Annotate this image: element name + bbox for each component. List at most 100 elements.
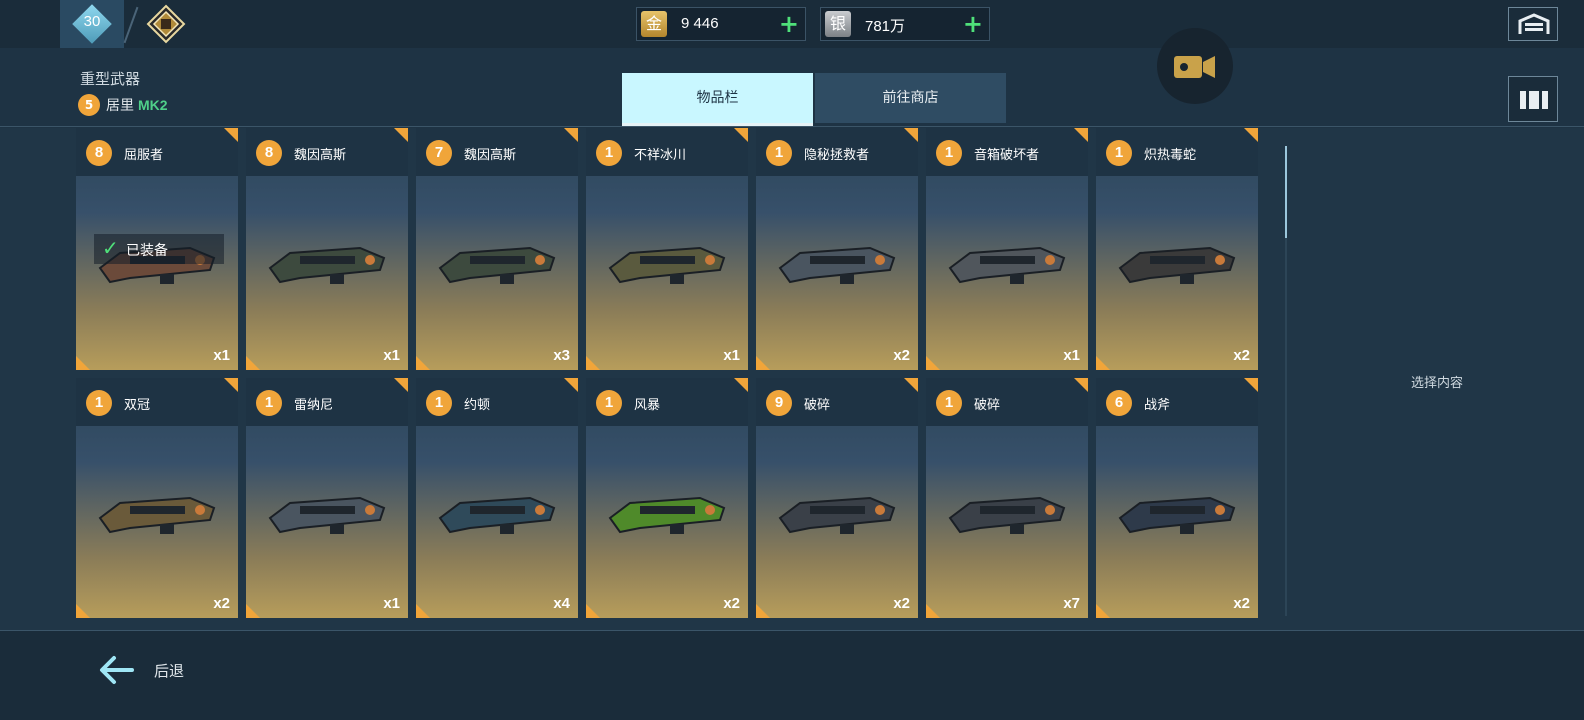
item-name: 魏因高斯: [464, 148, 517, 163]
silver-currency: 银 781万 +: [820, 7, 990, 41]
corner-decoration: [224, 378, 238, 392]
item-count: x2: [1233, 347, 1250, 364]
item-name: 魏因高斯: [294, 148, 347, 163]
item-count: x2: [893, 347, 910, 364]
corner-decoration: [756, 604, 770, 618]
robot-level-badge: 5: [78, 94, 100, 116]
scrollbar-thumb[interactable]: [1285, 146, 1287, 238]
corner-decoration: [756, 356, 770, 370]
corner-decoration: [564, 378, 578, 392]
inventory-item-card[interactable]: 1 雷纳尼 x1: [246, 378, 408, 618]
corner-decoration: [1096, 604, 1110, 618]
garage-button[interactable]: [1508, 7, 1558, 41]
corner-decoration: [1074, 378, 1088, 392]
corner-decoration: [246, 604, 260, 618]
inventory-item-card[interactable]: 1 音箱破坏者 x1: [926, 128, 1088, 370]
current-robot-info: 5 居里 MK2: [78, 94, 168, 118]
inventory-item-card[interactable]: 7 魏因高斯 x3: [416, 128, 578, 370]
gold-currency: 金 9 446 +: [636, 7, 806, 41]
item-name: 不祥冰川: [634, 148, 687, 163]
tab-inventory[interactable]: 物品栏: [622, 73, 813, 123]
weapon-image-icon: [1118, 496, 1236, 534]
inventory-item-card[interactable]: 1 隐秘拯救者 x2: [756, 128, 918, 370]
inventory-item-card[interactable]: 1 约顿 x4: [416, 378, 578, 618]
robot-mk: MK2: [138, 97, 168, 113]
item-name: 风暴: [634, 398, 661, 413]
item-count: x3: [553, 347, 570, 364]
item-name: 音箱破坏者: [974, 148, 1040, 163]
back-button[interactable]: 后退: [154, 660, 184, 681]
item-level-badge: 1: [936, 140, 962, 166]
item-name: 破碎: [804, 398, 831, 413]
inventory-item-card[interactable]: 1 不祥冰川 x1: [586, 128, 748, 370]
robot-name: 居里: [106, 98, 134, 114]
add-silver-button[interactable]: +: [963, 12, 983, 36]
item-name: 隐秘拯救者: [804, 148, 870, 163]
weapon-image-icon: [98, 496, 216, 534]
corner-decoration: [394, 378, 408, 392]
item-count: x2: [723, 595, 740, 612]
item-count: x1: [383, 347, 400, 364]
inventory-item-card[interactable]: 6 战斧 x2: [1096, 378, 1258, 618]
item-count: x1: [213, 347, 230, 364]
item-level-badge: 1: [936, 390, 962, 416]
weapon-image-icon: [438, 496, 556, 534]
record-button[interactable]: [1157, 28, 1233, 104]
corner-decoration: [564, 128, 578, 142]
corner-decoration: [926, 604, 940, 618]
inventory-item-card[interactable]: 8 魏因高斯 x1: [246, 128, 408, 370]
inventory-item-card[interactable]: 1 风暴 x2: [586, 378, 748, 618]
item-count: x7: [1063, 595, 1080, 612]
corner-decoration: [224, 128, 238, 142]
back-arrow-icon[interactable]: [98, 654, 134, 686]
garage-icon: [1518, 13, 1550, 34]
item-count: x2: [893, 595, 910, 612]
corner-decoration: [1244, 128, 1258, 142]
bottom-bar: [0, 630, 1584, 720]
inventory-item-card[interactable]: 9 破碎 x2: [756, 378, 918, 618]
inventory-item-card[interactable]: 1 双冠 x2: [76, 378, 238, 618]
corner-decoration: [246, 356, 260, 370]
weapon-image-icon: [608, 246, 726, 284]
item-name: 双冠: [124, 398, 151, 413]
add-gold-button[interactable]: +: [779, 12, 799, 36]
item-count: x1: [723, 347, 740, 364]
corner-decoration: [1244, 378, 1258, 392]
inventory-item-card[interactable]: 1 破碎 x7: [926, 378, 1088, 618]
weapon-image-icon: [268, 246, 386, 284]
corner-decoration: [926, 356, 940, 370]
item-name: 屈服者: [124, 148, 164, 163]
item-name: 约顿: [464, 398, 491, 413]
side-panel-button[interactable]: [1508, 76, 1558, 122]
video-camera-icon: [1174, 56, 1215, 78]
corner-decoration: [76, 604, 90, 618]
weapon-image-icon: [438, 246, 556, 284]
item-count: x2: [213, 595, 230, 612]
inventory-item-card[interactable]: 8 屈服者 x1 ✓ 已装备: [76, 128, 238, 370]
rank-emblem-icon[interactable]: [146, 4, 186, 44]
inventory-item-card[interactable]: 1 炽热毒蛇 x2: [1096, 128, 1258, 370]
checkmark-icon: ✓: [102, 236, 119, 260]
corner-decoration: [394, 128, 408, 142]
item-level-badge: 7: [426, 140, 452, 166]
weapon-image-icon: [948, 246, 1066, 284]
equipped-label: 已装备: [126, 243, 168, 259]
gold-icon: 金: [641, 11, 667, 37]
corner-decoration: [586, 356, 600, 370]
silver-value: 781万: [865, 18, 906, 35]
item-level-badge: 8: [256, 140, 282, 166]
weapon-image-icon: [608, 496, 726, 534]
item-level-badge: 1: [256, 390, 282, 416]
tab-go-to-shop[interactable]: 前往商店: [815, 73, 1006, 123]
corner-decoration: [416, 356, 430, 370]
item-level-badge: 8: [86, 140, 112, 166]
corner-decoration: [734, 128, 748, 142]
corner-decoration: [586, 604, 600, 618]
item-count: x2: [1233, 595, 1250, 612]
weapon-image-icon: [778, 496, 896, 534]
header-divider: [0, 126, 1584, 127]
weapon-image-icon: [1118, 246, 1236, 284]
item-count: x4: [553, 595, 570, 612]
player-level: 30: [83, 13, 101, 30]
item-level-badge: 1: [766, 140, 792, 166]
